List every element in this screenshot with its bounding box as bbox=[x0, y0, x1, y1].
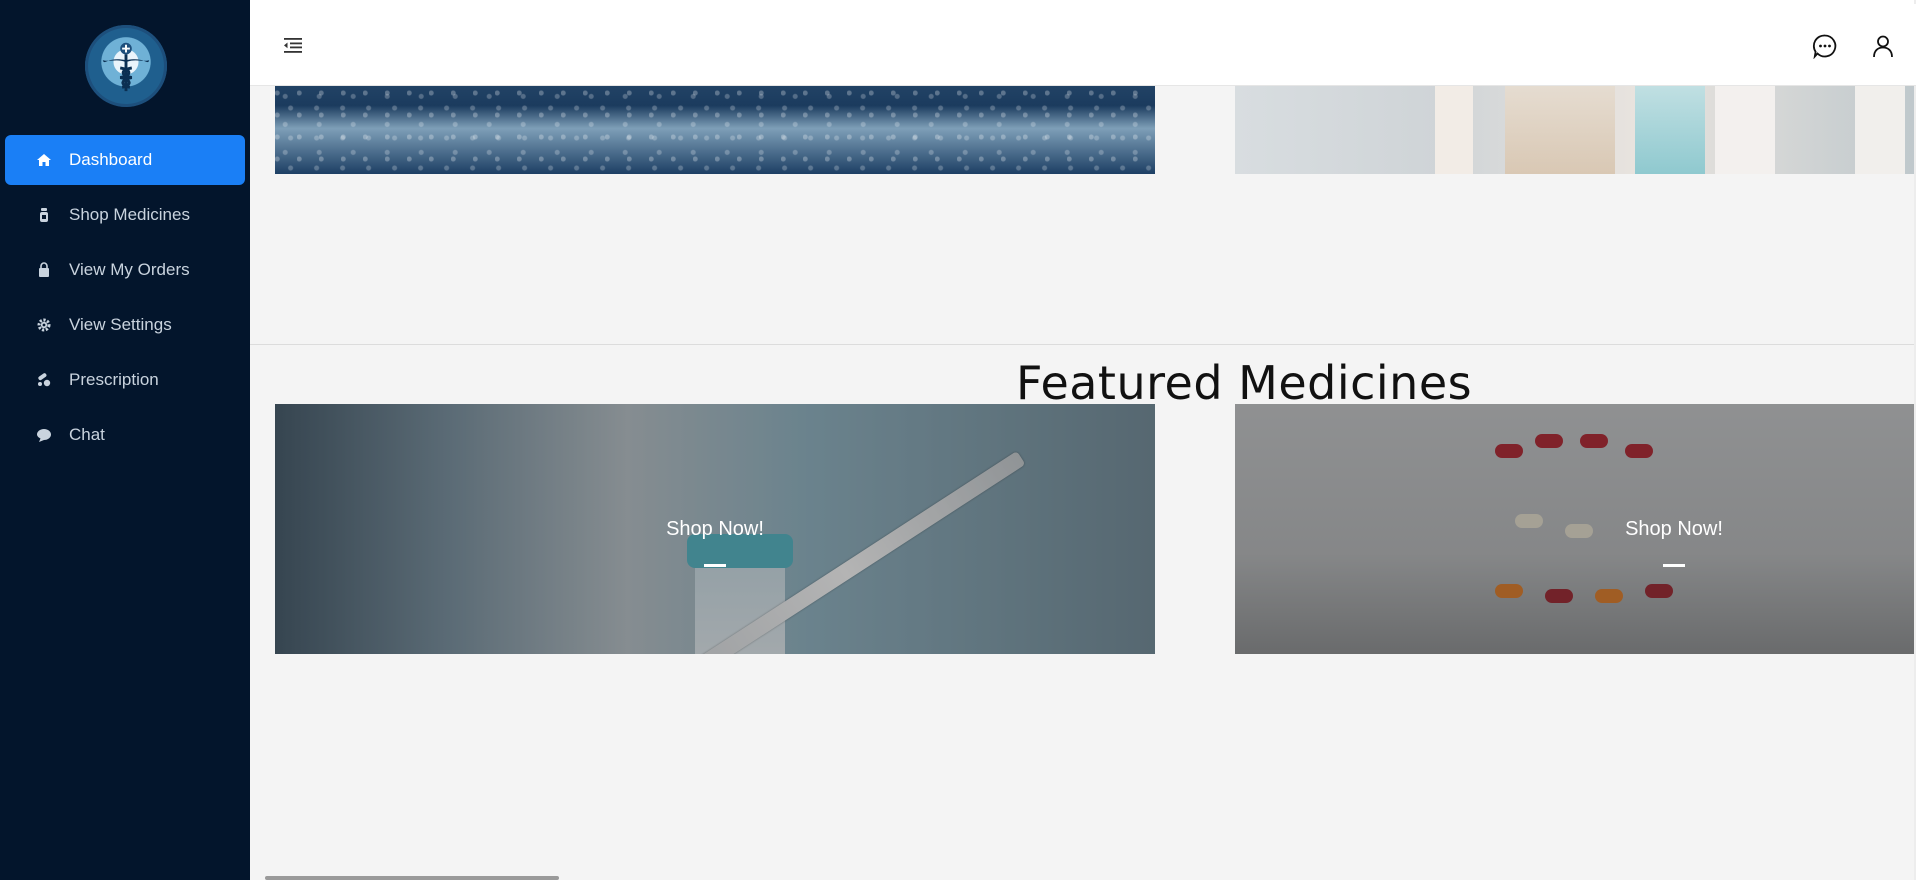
caduceus-icon bbox=[102, 42, 150, 92]
chat-icon[interactable] bbox=[1812, 33, 1838, 60]
sidebar-item-label: Prescription bbox=[69, 370, 159, 389]
featured-card-pills[interactable]: Shop Now! bbox=[1235, 404, 1916, 654]
shop-now-link[interactable]: Shop Now! bbox=[1574, 518, 1774, 541]
sidebar-item-label: View Settings bbox=[69, 315, 172, 334]
sidebar-item-dashboard[interactable]: Dashboard bbox=[5, 135, 245, 185]
shopping-bag-icon bbox=[35, 261, 53, 279]
medicine-bottle-icon bbox=[35, 206, 53, 224]
sidebar-item-label: View My Orders bbox=[69, 260, 190, 279]
gear-icon bbox=[35, 316, 53, 334]
sidebar-item-view-my-orders[interactable]: View My Orders bbox=[5, 245, 245, 295]
shop-now-link[interactable]: Shop Now! bbox=[615, 518, 815, 541]
sidebar-item-label: Chat bbox=[69, 425, 105, 444]
shop-now-underline bbox=[704, 564, 726, 567]
section-divider bbox=[250, 344, 1916, 345]
caduceus-logo-icon[interactable] bbox=[85, 25, 167, 107]
pills-icon bbox=[35, 371, 53, 389]
sidebar-item-chat[interactable]: Chat bbox=[5, 410, 245, 460]
featured-card-syringe[interactable]: Shop Now! bbox=[275, 404, 1155, 654]
top-navbar bbox=[250, 4, 1916, 86]
sidebar-item-label: Shop Medicines bbox=[69, 205, 190, 224]
user-icon[interactable] bbox=[1870, 33, 1896, 59]
sidebar-item-label: Dashboard bbox=[69, 150, 153, 169]
featured-medicines-title: Featured Medicines bbox=[1006, 356, 1483, 411]
sidebar: Dashboard Shop Medicines View My Orders … bbox=[0, 0, 250, 880]
sidebar-nav: Dashboard Shop Medicines View My Orders … bbox=[0, 135, 250, 465]
menu-collapse-icon[interactable] bbox=[282, 35, 304, 55]
sidebar-item-prescription[interactable]: Prescription bbox=[5, 355, 245, 405]
chat-bubble-icon bbox=[35, 426, 53, 444]
sidebar-item-shop-medicines[interactable]: Shop Medicines bbox=[5, 190, 245, 240]
sidebar-item-view-settings[interactable]: View Settings bbox=[5, 300, 245, 350]
horizontal-scrollbar[interactable] bbox=[265, 876, 559, 880]
shop-now-underline bbox=[1663, 564, 1685, 567]
home-icon bbox=[35, 151, 53, 169]
